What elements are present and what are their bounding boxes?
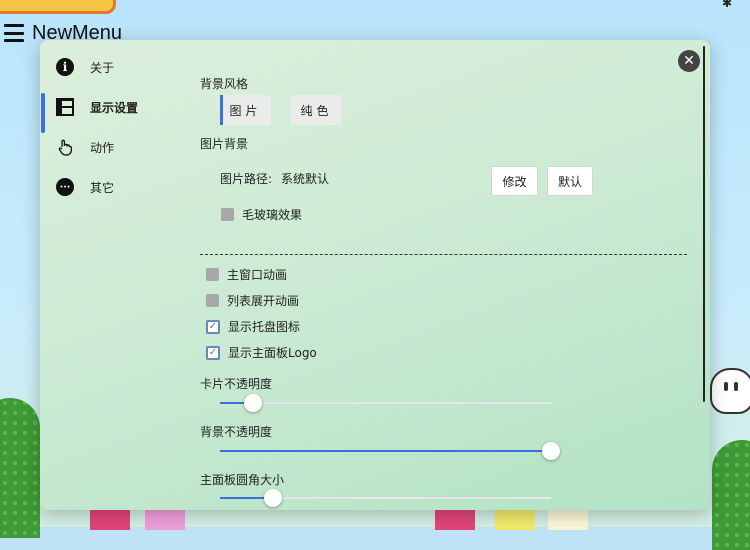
default-button-label: 默认: [557, 174, 582, 189]
sidebar-item-label: 关于: [90, 60, 115, 75]
hand-pointer-icon: [56, 138, 74, 156]
modify-button-label: 修改: [502, 174, 527, 189]
checkbox-label: 显示主面板Logo: [228, 346, 317, 360]
bg-style-title: 背景风格: [200, 77, 249, 91]
main-window-animation-checkbox[interactable]: 主窗口动画: [206, 266, 287, 283]
modify-button[interactable]: 修改: [491, 166, 538, 196]
panel-radius-slider[interactable]: [220, 489, 551, 507]
bg-style-option-label: 图片: [229, 103, 262, 118]
image-bg-title: 图片背景: [200, 137, 249, 151]
close-button[interactable]: ✕: [678, 50, 700, 72]
sidebar-item-label: 其它: [90, 180, 115, 195]
settings-dialog: i 关于 显示设置 动作 ··· 其它 ✕ 背景风格 图片 纯色 图片背景 图片…: [40, 40, 710, 510]
checkbox-box: [221, 208, 234, 221]
hamburger-menu-icon[interactable]: [4, 24, 24, 42]
checkbox-box: [206, 319, 220, 334]
sidebar-item-action[interactable]: 动作: [40, 127, 190, 167]
slider-thumb[interactable]: [244, 394, 263, 412]
checkbox-box: [206, 345, 220, 360]
close-icon: ✕: [683, 53, 695, 69]
background-hill-left: [0, 398, 40, 538]
sidebar-item-label: 显示设置: [90, 100, 139, 115]
checkbox-label: 显示托盘图标: [228, 320, 301, 334]
background-cloud: [710, 368, 750, 414]
image-path-label: 图片路径:: [220, 172, 273, 186]
sidebar-item-label: 动作: [90, 140, 115, 155]
background-star-icon: ✱: [721, 0, 732, 10]
sidebar-item-display[interactable]: 显示设置: [40, 87, 190, 133]
default-button[interactable]: 默认: [547, 166, 593, 196]
section-divider: [200, 254, 687, 255]
slider-thumb[interactable]: [542, 442, 560, 460]
bg-opacity-slider[interactable]: [220, 442, 560, 460]
scrollbar[interactable]: [703, 46, 705, 402]
checkbox-label: 主窗口动画: [227, 268, 288, 282]
sidebar-item-other[interactable]: ··· 其它: [40, 167, 190, 207]
settings-sidebar: i 关于 显示设置 动作 ··· 其它: [40, 40, 190, 510]
checkbox-label: 列表展开动画: [227, 294, 300, 308]
bg-style-solid-button[interactable]: 纯色: [291, 95, 342, 125]
sidebar-item-about[interactable]: i 关于: [40, 47, 190, 87]
slider-fill: [220, 450, 551, 452]
bg-style-option-label: 纯色: [300, 103, 333, 118]
checkbox-box: [206, 268, 219, 281]
show-tray-icon-checkbox[interactable]: 显示托盘图标: [206, 318, 300, 335]
layout-icon: [56, 98, 74, 116]
card-opacity-slider[interactable]: [220, 394, 551, 412]
slider-track: [220, 402, 551, 404]
panel-radius-title: 主面板圆角大小: [200, 473, 285, 487]
frosted-glass-checkbox[interactable]: 毛玻璃效果: [221, 206, 302, 223]
list-expand-animation-checkbox[interactable]: 列表展开动画: [206, 292, 299, 309]
background-logo: [0, 0, 116, 14]
show-panel-logo-checkbox[interactable]: 显示主面板Logo: [206, 344, 317, 361]
info-icon: i: [56, 58, 74, 76]
background-hill-right: [712, 440, 750, 550]
checkbox-box: [206, 294, 219, 307]
checkbox-label: 毛玻璃效果: [242, 208, 303, 222]
bg-style-image-button[interactable]: 图片: [220, 95, 271, 125]
card-opacity-title: 卡片不透明度: [200, 377, 273, 391]
image-path-value: 系统默认: [281, 172, 330, 186]
more-icon: ···: [56, 178, 74, 196]
bg-opacity-title: 背景不透明度: [200, 425, 273, 439]
slider-thumb[interactable]: [263, 489, 282, 507]
